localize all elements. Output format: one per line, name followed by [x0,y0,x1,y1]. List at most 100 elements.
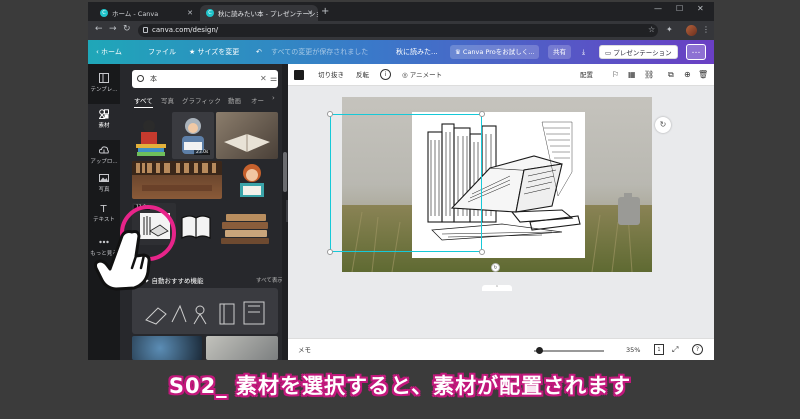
tab-videos[interactable]: 動画 [228,95,241,105]
canva-favicon-icon: C [206,9,214,17]
result-photo-open-book[interactable] [216,112,278,159]
zoom-slider-handle[interactable] [536,347,544,354]
reload-icon[interactable]: ↻ [123,24,131,34]
color-swatch[interactable] [294,70,304,80]
tab-all[interactable]: すべて [134,95,153,108]
fullscreen-icon[interactable]: ⤢ [672,339,678,360]
close-tab-icon[interactable]: ✕ [187,9,193,17]
tab-label: 秋に読みたい本 - プレゼンテーショ [218,10,318,18]
saved-status: すべての変更が保存されました [271,48,369,56]
tab-photos[interactable]: 写真 [161,95,174,105]
notes-button[interactable]: メモ [298,339,311,360]
rail-item-label: アップロ... [90,159,118,165]
minimize-icon[interactable]: — [654,4,662,13]
placed-sketch-element[interactable] [412,112,585,258]
browser-tab-presentation[interactable]: C 秋に読みたい本 - プレゼンテーショ ✕ [200,5,318,21]
transparency-icon[interactable]: ▦ [628,64,636,86]
back-icon[interactable]: ← [95,24,103,34]
tab-audio[interactable]: オー [251,95,264,105]
paint-format-icon[interactable]: ⚐ [612,64,619,86]
page-count-icon[interactable]: 1 [654,344,664,355]
link-icon[interactable]: ⛓ [644,64,654,86]
rail-item-elements[interactable]: 素材 [88,104,120,140]
zoom-slider[interactable] [534,350,604,352]
tabs-scroll-right-icon[interactable]: › [272,94,275,102]
help-icon[interactable]: ? [692,344,703,355]
result-graphic-grandma-reading[interactable]: 23.0s [172,112,214,159]
download-icon[interactable]: ⤓ [582,40,585,64]
file-menu-button[interactable]: ファイル [148,40,176,64]
share-button[interactable]: 共有 [548,45,571,59]
open-book-photo [224,134,270,152]
library-photo [132,161,222,191]
extension-icon[interactable]: ✦ [666,25,673,34]
elements-icon [99,109,109,119]
maximize-icon[interactable]: ☐ [676,4,683,13]
see-all-link[interactable]: すべて表示 [256,276,283,284]
result-graphic-open-book-outline[interactable] [178,210,214,244]
editor-canvas [288,86,714,338]
context-toolbar: 切り抜き 反転 i ◎ アニメート 配置 ⚐ ▦ ⛓ ⧉ ⊕ 🗑 [288,64,714,86]
animate-button[interactable]: ◎ アニメート [402,64,442,86]
flip-button[interactable]: 反転 [356,64,369,86]
crop-button[interactable]: 切り抜き [318,64,344,86]
try-pro-button[interactable]: ♛ Canva Proをお試しく... [450,45,540,59]
templates-icon [99,73,109,83]
slide-page[interactable] [342,97,652,272]
svg-text:T: T [100,204,108,213]
browser-menu-icon[interactable]: ⋮ [702,25,710,34]
search-icon [137,75,144,82]
result-photo-library[interactable] [132,161,222,199]
more-options-button[interactable]: … [686,44,706,60]
result-graphic-reader-stack[interactable] [132,112,170,159]
close-window-icon[interactable]: ✕ [697,4,704,13]
resize-button[interactable]: ★ サイズを変更 [189,40,239,64]
delete-icon[interactable]: 🗑 [698,64,708,86]
result-graphic-girl-reading[interactable] [226,161,278,201]
new-tab-icon[interactable]: + [321,6,329,17]
undo-icon[interactable]: ↶ [256,40,262,64]
group-icon[interactable]: ⧉ [668,64,674,86]
address-bar-row: ← → ↻ canva.com/design/ ☆ ✦ ⋮ [88,21,714,40]
girl-reading-illustration [240,164,264,197]
document-title[interactable]: 秋に読みた... [396,40,438,64]
url-field[interactable]: canva.com/design/ [138,24,658,37]
photo-icon [99,174,109,182]
tab-label: ホーム - Canva [112,10,159,18]
rail-item-templates[interactable]: テンプレ... [88,68,120,104]
lock-icon [143,27,148,33]
tab-graphics[interactable]: グラフィック [182,95,221,105]
result-photo-night-sky[interactable] [132,336,202,360]
result-graphic-book-stack[interactable] [216,206,278,246]
rail-item-label: テキスト [93,217,115,223]
rotate-handle-icon[interactable]: ↻ [491,263,500,272]
suggestion-sketches [145,301,265,325]
browser-tab-home[interactable]: C ホーム - Canva ✕ [94,5,198,21]
home-button[interactable]: ‹ ホーム [96,40,122,64]
pointing-hand-icon [94,230,151,291]
tutorial-slide: C ホーム - Canva ✕ C 秋に読みたい本 - プレゼンテーショ ✕ +… [0,0,800,419]
open-book-outline-graphic [181,215,211,239]
tutorial-caption: S02_ 素材を選択すると、素材が配置されます [168,374,632,398]
clear-search-icon[interactable]: ✕ [260,70,267,88]
side-rail: テンプレ... 素材 アップロ... 写真 T テキスト もっと見る [88,64,120,360]
expand-pages-handle[interactable]: ⌃ [482,285,512,291]
forward-icon[interactable]: → [109,24,117,34]
scrollbar-thumb[interactable] [283,152,287,192]
search-input[interactable]: 本 [132,70,278,88]
filter-icon[interactable]: ⚌ [270,70,277,88]
close-tab-icon[interactable]: ✕ [307,9,313,17]
info-icon[interactable]: i [380,69,391,80]
panel-tabs: すべて 写真 グラフィック 動画 オー [134,95,280,108]
bookmark-star-icon[interactable]: ☆ [648,25,655,34]
profile-avatar[interactable] [686,25,697,36]
books-sketch-illustration [412,112,585,258]
present-button[interactable]: ▭ プレゼンテーション [599,45,678,59]
position-button[interactable]: 配置 [580,64,593,86]
bottom-toolbar: メモ 35% 1 ⤢ ? [288,338,714,360]
zoom-level[interactable]: 35% [626,339,640,360]
duplicate-icon[interactable]: ⊕ [684,64,691,86]
video-duration-badge: 23.0s [194,150,211,155]
refresh-icon[interactable]: ↻ [655,117,671,133]
result-photo-desk[interactable] [206,336,278,360]
